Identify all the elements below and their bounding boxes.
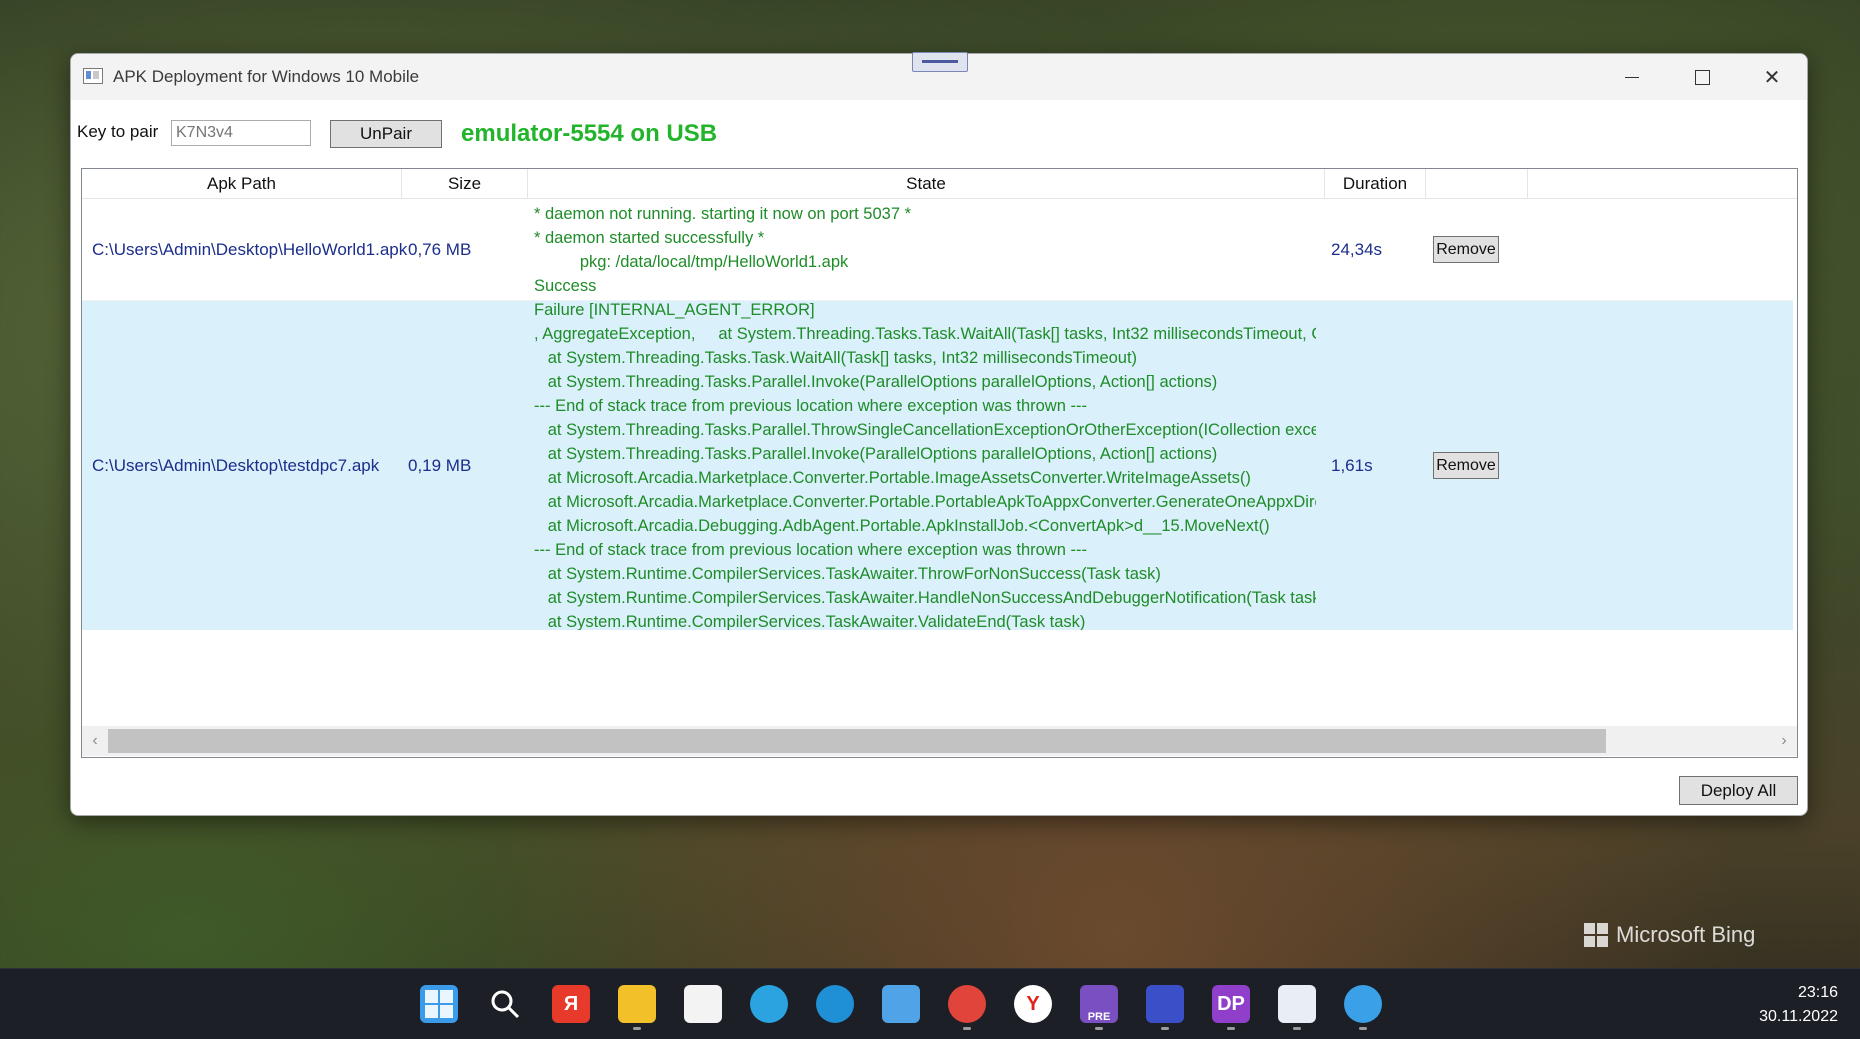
scroll-left-icon[interactable]: ‹ xyxy=(82,726,108,756)
scrollbar-thumb[interactable] xyxy=(108,729,1606,753)
clock-time: 23:16 xyxy=(1797,984,1838,1001)
search-icon[interactable] xyxy=(486,985,524,1023)
column-header-action xyxy=(1426,169,1528,198)
state-line: Failure [INTERNAL_AGENT_ERROR] xyxy=(534,301,815,319)
watermark-text: Microsoft Bing xyxy=(1616,922,1756,947)
minimize-button[interactable] xyxy=(1597,54,1667,100)
state-line: Success xyxy=(534,276,597,295)
size-cell: 0,19 MB xyxy=(408,455,472,475)
state-line: , AggregateException, at System.Threadin… xyxy=(534,324,1316,343)
running-indicator xyxy=(1161,1027,1169,1030)
running-indicator xyxy=(963,1027,971,1030)
column-header-apk-path[interactable]: Apk Path xyxy=(82,169,402,198)
unpair-button[interactable]: UnPair xyxy=(330,120,442,148)
state-line: * daemon started successfully * xyxy=(534,228,765,247)
scroll-right-icon[interactable]: › xyxy=(1771,726,1797,756)
state-line: --- End of stack trace from previous loc… xyxy=(534,540,1087,559)
taskbar: Я Y PRE DP 23:16 30.11.2022 xyxy=(0,968,1860,1039)
state-line: at System.Threading.Tasks.Parallel.Invok… xyxy=(534,444,1218,463)
key-to-pair-input[interactable] xyxy=(171,120,311,146)
system-clock[interactable]: 23:16 30.11.2022 xyxy=(1759,981,1838,1029)
microsoft-store-icon[interactable] xyxy=(684,985,722,1023)
clock-date: 30.11.2022 xyxy=(1759,1008,1838,1025)
yandex-browser-icon[interactable]: Y xyxy=(1014,985,1052,1023)
state-line: at System.Runtime.CompilerServices.TaskA… xyxy=(534,564,1161,583)
state-line: at System.Threading.Tasks.Parallel.Invok… xyxy=(534,372,1218,391)
state-line: at Microsoft.Arcadia.Marketplace.Convert… xyxy=(534,468,1251,487)
state-line: at Microsoft.Arcadia.Marketplace.Convert… xyxy=(534,492,1316,511)
column-header-size[interactable]: Size xyxy=(402,169,528,198)
state-line: pkg: /data/local/tmp/HelloWorld1.apk xyxy=(534,252,849,271)
horizontal-scrollbar[interactable]: ‹ › xyxy=(82,726,1797,756)
chrome-icon[interactable] xyxy=(948,985,986,1023)
state-line: * daemon not running. starting it now on… xyxy=(534,204,911,223)
running-indicator xyxy=(1293,1027,1301,1030)
apk-path-cell: C:\Users\Admin\Desktop\testdpc7.apk xyxy=(92,455,380,475)
running-indicator xyxy=(1359,1027,1367,1030)
state-line: at System.Runtime.CompilerServices.TaskA… xyxy=(534,588,1316,607)
table-row[interactable]: C:\Users\Admin\Desktop\testdpc7.apk 0,19… xyxy=(82,301,1793,630)
microsoft-logo-icon xyxy=(1584,923,1608,947)
state-line: --- End of stack trace from previous loc… xyxy=(534,396,1087,415)
edge-icon[interactable] xyxy=(816,985,854,1023)
running-indicator xyxy=(1095,1027,1103,1030)
notepad-icon[interactable] xyxy=(882,985,920,1023)
running-indicator xyxy=(633,1027,641,1030)
apk-deployment-icon[interactable] xyxy=(1278,985,1316,1023)
visual-studio-icon[interactable]: PRE xyxy=(1080,985,1118,1023)
close-button[interactable]: ✕ xyxy=(1737,54,1807,100)
start-icon[interactable] xyxy=(420,985,458,1023)
yandex-icon[interactable]: Я xyxy=(552,985,590,1023)
state-line: at System.Threading.Tasks.Task.WaitAll(T… xyxy=(534,348,1138,367)
running-indicator xyxy=(1227,1027,1235,1030)
window-title: APK Deployment for Windows 10 Mobile xyxy=(113,67,420,86)
key-to-pair-label: Key to pair xyxy=(77,122,159,141)
minimize-icon xyxy=(1625,76,1639,78)
dotpeek-icon[interactable]: DP xyxy=(1212,985,1250,1023)
close-icon: ✕ xyxy=(1763,66,1781,89)
duration-cell: 24,34s xyxy=(1331,239,1383,259)
table-row[interactable]: C:\Users\Admin\Desktop\HelloWorld1.apk 0… xyxy=(82,199,1793,301)
duration-cell: 1,61s xyxy=(1331,455,1373,475)
save-app-icon[interactable] xyxy=(1146,985,1184,1023)
remove-button[interactable]: Remove xyxy=(1433,452,1499,479)
column-header-duration[interactable]: Duration xyxy=(1325,169,1426,198)
state-line: at Microsoft.Arcadia.Debugging.AdbAgent.… xyxy=(534,516,1270,535)
paint-icon[interactable] xyxy=(1344,985,1382,1023)
app-icon xyxy=(83,68,103,84)
state-cell: pkg: /data/local/tmp/testdpc7.apk Failur… xyxy=(534,301,1316,630)
grid-header: Apk Path Size State Duration xyxy=(82,169,1797,199)
size-cell: 0,76 MB xyxy=(408,239,472,259)
window-drag-handle[interactable] xyxy=(912,52,968,72)
state-line: at System.Threading.Tasks.Parallel.Throw… xyxy=(547,420,1316,439)
remove-button[interactable]: Remove xyxy=(1433,236,1499,263)
maximize-icon xyxy=(1694,69,1710,85)
maximize-button[interactable] xyxy=(1667,54,1737,100)
state-line: at System.Runtime.CompilerServices.TaskA… xyxy=(534,612,1086,631)
apk-deployment-window: APK Deployment for Windows 10 Mobile ✕ K… xyxy=(70,53,1808,816)
deploy-all-button[interactable]: Deploy All xyxy=(1679,776,1798,805)
telegram-icon[interactable] xyxy=(750,985,788,1023)
column-header-state[interactable]: State xyxy=(528,169,1325,198)
state-cell: * daemon not running. starting it now on… xyxy=(534,199,1314,300)
apk-grid: Apk Path Size State Duration C:\Users\Ad… xyxy=(81,168,1798,758)
bing-watermark: Microsoft Bing xyxy=(1584,922,1755,948)
apk-path-cell: C:\Users\Admin\Desktop\HelloWorld1.apk xyxy=(92,239,408,259)
file-explorer-icon[interactable] xyxy=(618,985,656,1023)
device-status: emulator-5554 on USB xyxy=(461,120,718,147)
